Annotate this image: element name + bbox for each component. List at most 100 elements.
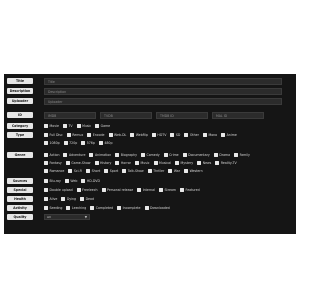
special-option[interactable]: Internal <box>137 187 155 193</box>
sources-options: Blu-ray Web HD-DVD <box>44 178 290 184</box>
description-input[interactable]: Description <box>44 88 282 95</box>
activity-option[interactable]: Completed <box>90 205 113 211</box>
genre-option[interactable]: Romance <box>44 168 64 174</box>
resolution-option[interactable]: 480p <box>98 140 112 146</box>
genre-option[interactable]: Action <box>44 152 59 158</box>
sources-label: Sources <box>7 178 33 184</box>
activity-option[interactable]: Incomplete <box>117 205 141 211</box>
checkbox-icon <box>65 161 70 165</box>
type-option[interactable]: SD <box>170 132 180 138</box>
type-option[interactable]: Other <box>184 132 199 138</box>
type-option[interactable]: Anime <box>221 132 237 138</box>
health-option[interactable]: Dead <box>80 196 94 202</box>
uploader-input[interactable]: Uploader <box>44 98 282 105</box>
mal-input[interactable]: MAL ID <box>212 112 264 119</box>
genre-option[interactable]: History <box>94 160 111 166</box>
special-option[interactable]: Featured <box>180 187 200 193</box>
genre-option[interactable]: Biography <box>115 152 137 158</box>
genre-option[interactable]: Talk-Show <box>122 168 144 174</box>
genre-option[interactable]: Comedy <box>141 152 160 158</box>
checkbox-icon <box>141 153 145 157</box>
category-option[interactable]: Movie <box>44 123 59 129</box>
checkbox-icon <box>137 188 142 192</box>
activity-option[interactable]: Leeching <box>66 205 86 211</box>
activity-option[interactable]: Seeding <box>44 205 62 211</box>
resolution-option[interactable]: 720p <box>63 140 77 146</box>
source-option[interactable]: Blu-ray <box>44 178 61 184</box>
genre-option[interactable]: Fantasy <box>44 160 62 166</box>
special-option[interactable]: Freeleech <box>76 187 98 193</box>
checkbox-icon <box>94 161 99 165</box>
quality-label: Quality <box>7 214 33 220</box>
genre-option[interactable]: Adventure <box>63 152 85 158</box>
genre-option[interactable]: Musical <box>153 160 171 166</box>
genre-options-row-2: Fantasy Game-Show History Horror Music M… <box>44 160 290 166</box>
checkbox-icon <box>90 206 95 210</box>
tmdb-input[interactable]: TMDB ID <box>156 112 208 119</box>
checkbox-icon <box>98 141 103 145</box>
type-option[interactable]: Remux <box>66 132 83 138</box>
genre-option[interactable]: Horror <box>115 160 131 166</box>
checkbox-icon <box>213 153 218 157</box>
checkbox-icon <box>153 161 158 165</box>
genre-option[interactable]: Drama <box>213 152 230 158</box>
genre-option[interactable]: Family <box>234 152 250 158</box>
checkbox-icon <box>104 169 109 173</box>
checkbox-icon <box>64 179 69 183</box>
health-label: Health <box>7 196 33 202</box>
genre-option[interactable]: Sport <box>104 168 118 174</box>
checkbox-icon <box>184 169 189 173</box>
special-option[interactable]: Stream <box>159 187 176 193</box>
resolution-option[interactable]: 576p <box>81 140 95 146</box>
genre-options-row-1: Action Adventure Animation Biography Com… <box>44 152 290 158</box>
category-option[interactable]: Game <box>95 123 110 129</box>
checkbox-icon <box>168 169 173 173</box>
special-option[interactable]: Personal release <box>101 187 133 193</box>
genre-option[interactable]: War <box>168 168 180 174</box>
quality-select[interactable]: All ▼ <box>44 214 90 220</box>
activity-options: Seeding Leeching Completed Incomplete Do… <box>44 205 290 211</box>
checkbox-icon <box>122 169 127 173</box>
type-option[interactable]: Web-DL <box>108 132 126 138</box>
tvdb-input[interactable]: TVDB <box>100 112 152 119</box>
genre-option[interactable]: Mystery <box>174 160 193 166</box>
checkbox-icon <box>44 197 48 201</box>
type-option[interactable]: Mono <box>202 132 217 138</box>
genre-option[interactable]: Western <box>184 168 203 174</box>
quality-select-value: All <box>47 215 51 219</box>
category-option[interactable]: TV <box>62 123 73 129</box>
source-option[interactable]: Web <box>64 178 77 184</box>
checkbox-icon <box>159 188 163 192</box>
type-option[interactable]: Full Disc <box>44 132 63 138</box>
genre-option[interactable]: News <box>197 160 211 166</box>
checkbox-icon <box>44 206 48 210</box>
health-option[interactable]: Alive <box>44 196 57 202</box>
health-option[interactable]: Dying <box>61 196 76 202</box>
checkbox-icon <box>44 153 48 157</box>
checkbox-icon <box>115 161 120 165</box>
type-option[interactable]: Encode <box>87 132 105 138</box>
activity-option[interactable]: Downloaded <box>144 205 170 211</box>
source-option[interactable]: HD-DVD <box>81 178 100 184</box>
special-option[interactable]: Double upload <box>44 187 73 193</box>
genre-option[interactable]: Reality-TV <box>215 160 237 166</box>
genre-option[interactable]: Music <box>134 160 150 166</box>
title-input[interactable]: Title <box>44 78 282 85</box>
genre-option[interactable]: Crime <box>163 152 179 158</box>
genre-option[interactable]: Game-Show <box>65 160 91 166</box>
genre-label: Genre <box>7 152 33 158</box>
genre-option[interactable]: Short <box>86 168 100 174</box>
resolution-option[interactable]: 1080p <box>44 140 60 146</box>
genre-option[interactable]: Documentary <box>182 152 210 158</box>
checkbox-icon <box>182 153 187 157</box>
checkbox-icon <box>61 197 66 201</box>
checkbox-icon <box>221 133 226 137</box>
genre-option[interactable]: Animation <box>89 152 111 158</box>
imdb-input[interactable]: IMDB <box>44 112 96 119</box>
type-option[interactable]: HDTV <box>151 132 166 138</box>
genre-option[interactable]: Sci-Fi <box>68 168 82 174</box>
genre-option[interactable]: Thriller <box>147 168 164 174</box>
category-option[interactable]: Music <box>76 123 91 129</box>
type-option[interactable]: WebRip <box>130 132 148 138</box>
checkbox-icon <box>66 206 71 210</box>
